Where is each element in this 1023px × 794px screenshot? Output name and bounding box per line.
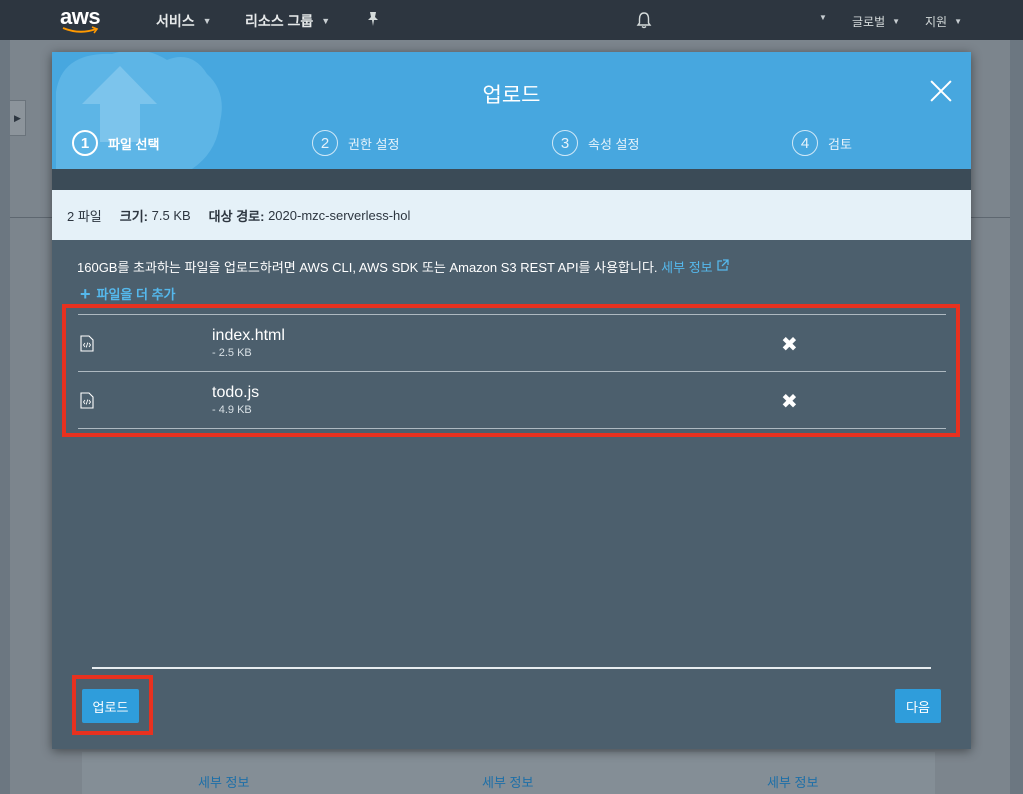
chevron-down-icon: ▼	[954, 17, 963, 26]
step-set-properties[interactable]: 3 속성 설정	[552, 130, 639, 156]
region-label: 글로벌	[852, 15, 886, 29]
chevron-down-icon: ▼	[202, 16, 212, 26]
file-row: todo.js - 4.9 KB ✖	[78, 372, 946, 429]
large-file-note: 160GB를 초과하는 파일을 업로드하려면 AWS CLI, AWS SDK …	[77, 257, 729, 276]
sidebar-toggle[interactable]: ▶	[10, 100, 26, 136]
plus-icon: +	[80, 283, 91, 304]
external-link-icon	[717, 259, 729, 271]
chevron-right-icon: ▶	[14, 112, 21, 123]
file-row: index.html - 2.5 KB ✖	[78, 315, 946, 372]
destination-label: 대상 경로:	[208, 208, 265, 224]
top-navigation-bar: aws 서비스 ▼ 리소스 그룹 ▼ ▼ 글로벌 ▼ 지원 ▼	[0, 0, 1023, 40]
next-button[interactable]: 다음	[895, 689, 941, 723]
step-number: 3	[552, 130, 578, 156]
file-name: index.html	[212, 327, 285, 344]
bell-icon[interactable]	[635, 11, 653, 34]
step-label: 권한 설정	[348, 136, 400, 152]
upload-summary-bar: 2 파일 크기: 7.5 KB 대상 경로: 2020-mzc-serverle…	[52, 190, 971, 240]
step-label: 검토	[828, 136, 852, 152]
file-list: index.html - 2.5 KB ✖ todo.js - 4.9 KB ✖	[78, 314, 946, 429]
footer-divider	[92, 667, 931, 669]
support-label: 지원	[925, 15, 948, 29]
background-details-link[interactable]: 세부 정보	[198, 772, 249, 791]
file-size: - 4.9 KB	[212, 404, 252, 416]
modal-title: 업로드	[482, 84, 541, 107]
background-footer: 세부 정보 세부 정보 세부 정보	[82, 752, 935, 794]
services-menu[interactable]: 서비스 ▼	[156, 11, 212, 31]
step-number: 1	[72, 130, 98, 156]
size-value: 7.5 KB	[151, 207, 191, 223]
code-file-icon	[80, 392, 94, 409]
step-set-permissions[interactable]: 2 권한 설정	[312, 130, 399, 156]
step-number: 2	[312, 130, 338, 156]
close-icon[interactable]	[930, 80, 952, 102]
file-size: - 2.5 KB	[212, 347, 252, 359]
add-more-label: 파일을 더 추가	[96, 287, 176, 302]
support-menu[interactable]: 지원 ▼	[925, 13, 962, 30]
upload-modal: 업로드 1 파일 선택 2 권한 설정 3 속성 설정 4 검토 2 파일 크기…	[52, 52, 971, 749]
region-menu[interactable]: 글로벌 ▼	[852, 13, 900, 30]
step-select-files[interactable]: 1 파일 선택	[72, 130, 159, 156]
chevron-down-icon: ▼	[321, 16, 331, 26]
details-link-label: 세부 정보	[661, 260, 713, 275]
code-file-icon	[80, 335, 94, 352]
remove-file-icon[interactable]: ✖	[781, 332, 798, 357]
size-label: 크기:	[119, 208, 149, 224]
account-menu[interactable]: ▼	[819, 13, 827, 22]
header-divider	[52, 169, 971, 190]
resource-groups-menu[interactable]: 리소스 그룹 ▼	[245, 11, 330, 31]
step-number: 4	[792, 130, 818, 156]
background-details-link[interactable]: 세부 정보	[482, 772, 533, 791]
chevron-down-icon: ▼	[892, 17, 901, 26]
file-name: todo.js	[212, 384, 260, 401]
chevron-down-icon: ▼	[819, 13, 827, 22]
step-review[interactable]: 4 검토	[792, 130, 852, 156]
pin-icon[interactable]	[366, 11, 380, 32]
resource-groups-label: 리소스 그룹	[245, 13, 314, 29]
note-text: 160GB를 초과하는 파일을 업로드하려면 AWS CLI, AWS SDK …	[77, 260, 658, 275]
destination-value: 2020-mzc-serverless-hol	[268, 207, 411, 223]
add-more-files-button[interactable]: + 파일을 더 추가	[80, 284, 176, 303]
step-label: 속성 설정	[588, 136, 640, 152]
step-label: 파일 선택	[108, 136, 160, 152]
upload-button[interactable]: 업로드	[82, 689, 139, 723]
aws-smile-icon	[62, 26, 99, 34]
file-count: 2 파일	[67, 208, 102, 224]
services-label: 서비스	[156, 13, 195, 29]
details-link[interactable]: 세부 정보	[661, 259, 729, 275]
background-details-link[interactable]: 세부 정보	[767, 772, 818, 791]
modal-header: 업로드 1 파일 선택 2 권한 설정 3 속성 설정 4 검토	[52, 52, 971, 169]
aws-logo[interactable]: aws	[60, 4, 104, 36]
remove-file-icon[interactable]: ✖	[781, 389, 798, 414]
